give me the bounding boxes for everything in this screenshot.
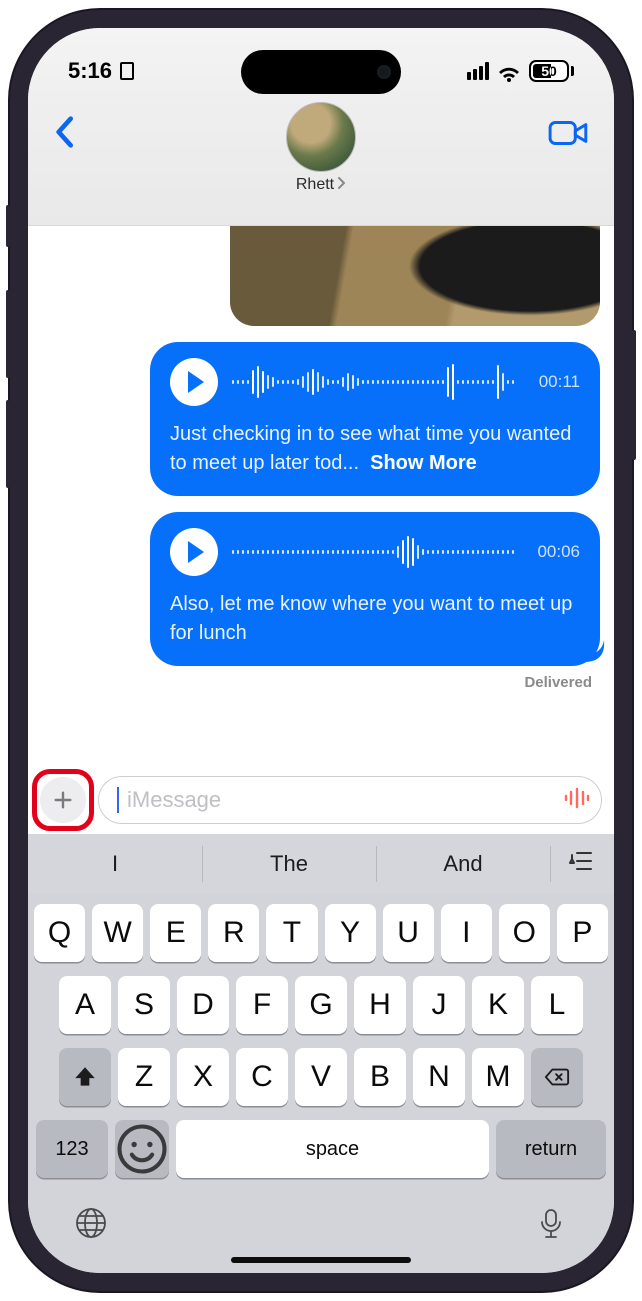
avatar	[286, 102, 356, 172]
key-w[interactable]: W	[92, 904, 143, 962]
duration-label: 00:11	[539, 372, 580, 392]
delivery-status: Delivered	[36, 674, 592, 691]
key-s[interactable]: S	[118, 976, 170, 1034]
phone-frame: 5:16 50	[10, 10, 632, 1291]
play-button[interactable]	[170, 358, 218, 406]
side-switch	[6, 205, 10, 247]
volume-up-button	[6, 290, 10, 378]
play-button[interactable]	[170, 528, 218, 576]
back-button[interactable]	[48, 108, 80, 161]
facetime-video-button[interactable]	[544, 108, 594, 163]
key-z[interactable]: Z	[118, 1048, 170, 1106]
key-p[interactable]: P	[557, 904, 608, 962]
key-v[interactable]: V	[295, 1048, 347, 1106]
suggestion-3[interactable]: And	[376, 834, 550, 894]
key-d[interactable]: D	[177, 976, 229, 1034]
predictive-text-bar: I The And	[28, 834, 614, 894]
key-x[interactable]: X	[177, 1048, 229, 1106]
key-j[interactable]: J	[413, 976, 465, 1034]
key-e[interactable]: E	[150, 904, 201, 962]
numbers-key[interactable]: 123	[36, 1120, 108, 1178]
placeholder-text: iMessage	[127, 787, 555, 813]
duration-label: 00:06	[537, 542, 580, 562]
key-m[interactable]: M	[472, 1048, 524, 1106]
globe-key[interactable]	[74, 1206, 108, 1245]
space-key[interactable]: space	[176, 1120, 489, 1178]
key-y[interactable]: Y	[325, 904, 376, 962]
waveform-icon	[232, 532, 523, 572]
play-icon	[188, 371, 204, 393]
key-i[interactable]: I	[441, 904, 492, 962]
volume-down-button	[6, 400, 10, 488]
audio-wave-icon[interactable]	[563, 787, 591, 814]
battery-icon: 50	[529, 60, 574, 82]
transcript-text: Also, let me know where you want to meet…	[170, 590, 580, 648]
contact-name: Rhett	[296, 176, 334, 194]
suggestion-2[interactable]: The	[202, 834, 376, 894]
contact-button[interactable]: Rhett	[286, 102, 356, 194]
suggestion-1[interactable]: I	[28, 834, 202, 894]
battery-percent: 50	[541, 63, 557, 79]
key-r[interactable]: R	[208, 904, 259, 962]
chevron-right-icon	[336, 176, 346, 194]
show-more-button[interactable]: Show More	[370, 452, 477, 474]
key-o[interactable]: O	[499, 904, 550, 962]
key-g[interactable]: G	[295, 976, 347, 1034]
key-f[interactable]: F	[236, 976, 288, 1034]
key-l[interactable]: L	[531, 976, 583, 1034]
sim-card-icon	[120, 62, 134, 80]
conversation-header: Rhett	[28, 96, 614, 226]
dictation-mic-key[interactable]	[534, 1206, 568, 1245]
keyboard: QWERTYUIOP ASDFGHJKL ZXCVBNM 123 space r…	[28, 894, 614, 1273]
conversation-scroll[interactable]: 00:11 Just checking in to see what time …	[28, 226, 614, 762]
message-voice-1[interactable]: 00:11 Just checking in to see what time …	[150, 342, 600, 496]
key-a[interactable]: A	[59, 976, 111, 1034]
power-button	[632, 330, 636, 460]
key-q[interactable]: Q	[34, 904, 85, 962]
key-t[interactable]: T	[266, 904, 317, 962]
backspace-key[interactable]	[531, 1048, 583, 1106]
return-key[interactable]: return	[496, 1120, 606, 1178]
key-b[interactable]: B	[354, 1048, 406, 1106]
key-h[interactable]: H	[354, 976, 406, 1034]
key-c[interactable]: C	[236, 1048, 288, 1106]
tutorial-highlight	[32, 769, 94, 831]
message-voice-2[interactable]: 00:06 Also, let me know where you want t…	[150, 512, 600, 666]
shift-key[interactable]	[59, 1048, 111, 1106]
clock: 5:16	[68, 58, 112, 84]
cellular-signal-icon	[467, 62, 489, 80]
message-input-bar: iMessage	[28, 762, 614, 834]
key-u[interactable]: U	[383, 904, 434, 962]
waveform-icon	[232, 362, 525, 402]
message-image-attachment[interactable]	[230, 226, 600, 326]
emoji-key[interactable]	[115, 1120, 169, 1178]
key-k[interactable]: K	[472, 976, 524, 1034]
home-indicator[interactable]	[231, 1257, 411, 1263]
text-format-button[interactable]	[550, 834, 614, 894]
wifi-icon	[497, 62, 521, 80]
message-input[interactable]: iMessage	[98, 776, 602, 824]
dynamic-island	[241, 50, 401, 94]
text-cursor	[117, 787, 119, 813]
key-n[interactable]: N	[413, 1048, 465, 1106]
play-icon	[188, 541, 204, 563]
